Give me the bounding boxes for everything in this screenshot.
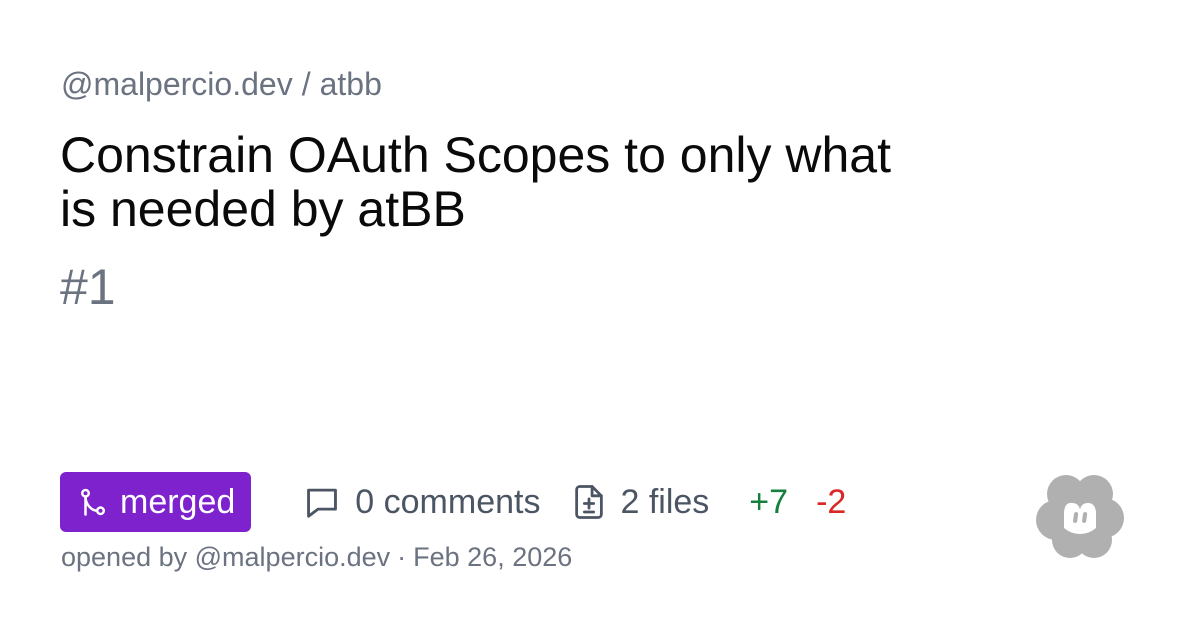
opened-date: Feb 26, 2026 — [413, 542, 573, 572]
status-label: merged — [120, 482, 236, 521]
pr-meta-row: merged 0 comments 2 files +7 -2 — [60, 472, 846, 532]
opened-by-line: opened by @malpercio.dev · Feb 26, 2026 — [61, 540, 572, 574]
pr-title: Constrain OAuth Scopes to only what is n… — [60, 127, 892, 237]
comments-stat[interactable]: 0 comments — [303, 483, 540, 522]
repo-owner[interactable]: @malpercio.dev — [61, 66, 293, 102]
deletions-count: -2 — [816, 482, 847, 521]
opened-separator: · — [397, 542, 407, 572]
pr-number: #1 — [60, 259, 116, 315]
breadcrumb-separator: / — [301, 66, 311, 102]
files-count: 2 files — [620, 482, 710, 521]
comment-icon — [307, 488, 338, 518]
opened-by-user[interactable]: @malpercio.dev — [195, 542, 391, 572]
git-merge-icon — [81, 488, 105, 516]
breadcrumb: @malpercio.dev / atbb — [61, 64, 382, 104]
repo-name[interactable]: atbb — [320, 66, 382, 102]
pr-card: @malpercio.dev / atbb Constrain OAuth Scop… — [0, 0, 1200, 630]
additions-count: +7 — [749, 482, 789, 521]
tangled-logo-icon — [1036, 475, 1124, 558]
files-stat[interactable]: 2 files — [572, 483, 709, 522]
opened-prefix: opened by — [61, 542, 188, 572]
file-diff-icon — [575, 485, 604, 519]
comments-count: 0 comments — [355, 482, 541, 521]
status-badge: merged — [60, 472, 252, 532]
